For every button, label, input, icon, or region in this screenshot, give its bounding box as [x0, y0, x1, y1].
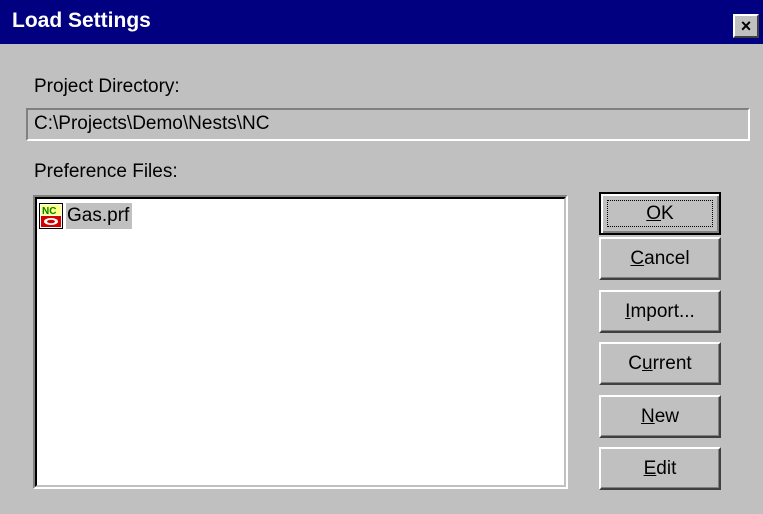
- ok-button[interactable]: OK: [599, 192, 721, 235]
- nc-file-icon: NC: [39, 203, 63, 229]
- import-button[interactable]: Import...: [599, 290, 721, 333]
- new-button[interactable]: New: [599, 395, 721, 438]
- preference-file-name: Gas.prf: [66, 203, 133, 229]
- title-bar: Load Settings ×: [0, 0, 763, 44]
- project-directory-field: C:\Projects\Demo\Nests\NC: [26, 108, 750, 141]
- load-settings-dialog: Load Settings × Project Directory: C:\Pr…: [0, 0, 763, 514]
- preference-files-list[interactable]: NC Gas.prf: [33, 195, 568, 489]
- project-directory-label: Project Directory:: [34, 76, 180, 97]
- window-title: Load Settings: [12, 9, 151, 32]
- edit-button[interactable]: Edit: [599, 447, 721, 490]
- close-button[interactable]: ×: [733, 14, 759, 38]
- close-icon: ×: [740, 16, 752, 36]
- cancel-button[interactable]: Cancel: [599, 237, 721, 280]
- preference-files-label: Preference Files:: [34, 161, 178, 182]
- svg-text:NC: NC: [42, 206, 56, 217]
- list-item[interactable]: NC Gas.prf: [39, 201, 133, 231]
- current-button[interactable]: Current: [599, 342, 721, 385]
